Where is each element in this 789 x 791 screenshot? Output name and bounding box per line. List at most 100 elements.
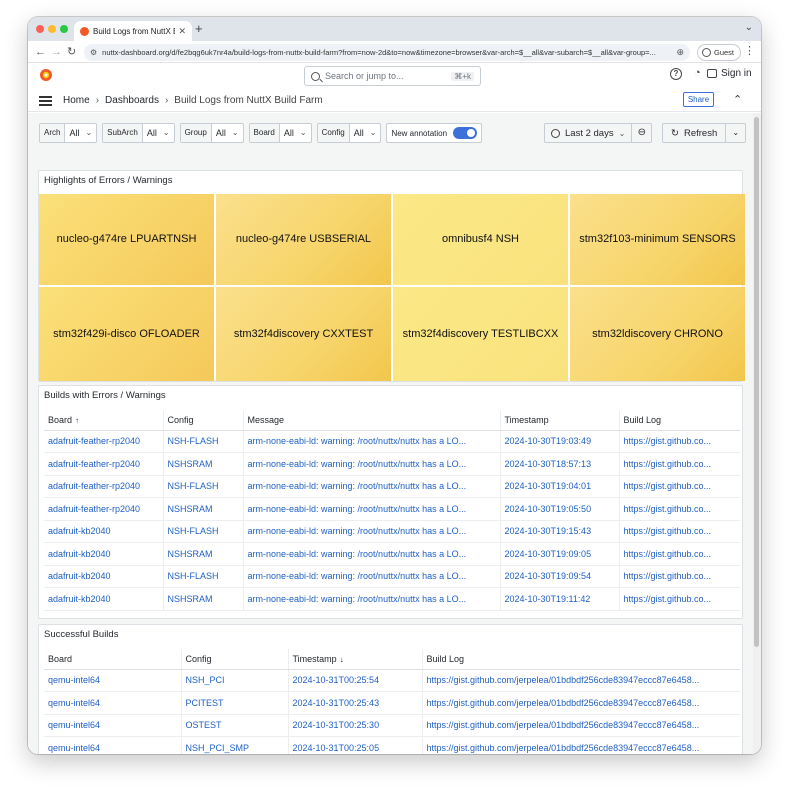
table-cell-link[interactable]: OSTEST <box>181 714 289 737</box>
table-cell-link[interactable]: https://gist.github.co... <box>619 587 740 611</box>
news-feed-icon[interactable]: ◔ <box>694 67 701 79</box>
forward-arrow-icon[interactable]: → <box>51 45 62 59</box>
table-cell-link[interactable]: NSHSRAM <box>163 452 244 476</box>
table-cell-link[interactable]: adafruit-feather-rp2040 <box>44 475 164 498</box>
vertical-scrollbar[interactable] <box>753 113 761 754</box>
table-cell-link[interactable]: arm-none-eabi-ld: warning: /root/nuttx/n… <box>243 497 501 521</box>
variable-arch[interactable]: Arch All ⌄ <box>39 123 98 143</box>
table-cell-link[interactable]: NSHSRAM <box>163 497 244 521</box>
column-header-build-log[interactable]: Build Log <box>619 410 740 431</box>
tab-search-chevron-icon[interactable]: ⌄ <box>745 22 753 33</box>
table-cell-link[interactable]: https://gist.github.com/jerpelea/01bdbdf… <box>422 736 740 754</box>
table-cell-link[interactable]: 2024-10-31T00:25:43 <box>288 691 423 715</box>
table-cell-link[interactable]: https://gist.github.com/jerpelea/01bdbdf… <box>422 691 740 715</box>
column-header-board[interactable]: Board <box>44 649 182 670</box>
reload-icon[interactable]: ↻ <box>67 45 76 59</box>
browser-tab[interactable]: Build Logs from NuttX Build F ✕ <box>74 21 192 41</box>
back-arrow-icon[interactable]: ← <box>35 45 46 59</box>
table-cell-link[interactable]: adafruit-kb2040 <box>44 520 164 543</box>
table-cell-link[interactable]: 2024-10-30T19:11:42 <box>500 587 620 611</box>
minimize-window-button[interactable] <box>48 25 56 33</box>
table-cell-link[interactable]: 2024-10-30T18:57:13 <box>500 452 620 476</box>
new-tab-icon[interactable]: + <box>195 22 203 36</box>
table-cell-link[interactable]: 2024-10-30T19:05:50 <box>500 497 620 521</box>
variable-board[interactable]: Board All ⌄ <box>248 123 312 143</box>
table-cell-link[interactable]: NSH-FLASH <box>163 475 244 498</box>
scrollbar-thumb[interactable] <box>754 117 759 647</box>
profile-button[interactable]: Guest <box>697 44 741 61</box>
table-cell-link[interactable]: adafruit-kb2040 <box>44 542 164 566</box>
table-cell-link[interactable]: qemu-intel64 <box>44 691 182 715</box>
panel-title[interactable]: Successful Builds <box>39 625 742 645</box>
highlight-cell[interactable]: stm32f4discovery TESTLIBCXX <box>393 287 568 381</box>
variable-value[interactable]: All ⌄ <box>65 124 96 142</box>
column-header-build-log[interactable]: Build Log <box>422 649 740 670</box>
table-cell-link[interactable]: arm-none-eabi-ld: warning: /root/nuttx/n… <box>243 520 501 543</box>
table-cell-link[interactable]: adafruit-feather-rp2040 <box>44 452 164 476</box>
variable-value[interactable]: All ⌄ <box>350 124 381 142</box>
new-annotation-toggle[interactable]: New annotation <box>386 123 483 143</box>
refresh-button[interactable]: ↻ Refresh <box>662 123 727 143</box>
table-cell-link[interactable]: 2024-10-31T00:25:54 <box>288 669 423 692</box>
panel-title[interactable]: Builds with Errors / Warnings <box>39 386 742 406</box>
table-cell-link[interactable]: NSHSRAM <box>163 587 244 611</box>
table-cell-link[interactable]: arm-none-eabi-ld: warning: /root/nuttx/n… <box>243 430 501 453</box>
highlight-cell[interactable]: nucleo-g474re LPUARTNSH <box>39 194 214 285</box>
table-cell-link[interactable]: adafruit-feather-rp2040 <box>44 430 164 453</box>
column-header-timestamp[interactable]: Timestamp <box>500 410 620 431</box>
column-header-message[interactable]: Message <box>243 410 501 431</box>
table-cell-link[interactable]: arm-none-eabi-ld: warning: /root/nuttx/n… <box>243 565 501 588</box>
table-cell-link[interactable]: 2024-10-30T19:15:43 <box>500 520 620 543</box>
table-cell-link[interactable]: https://gist.github.com/jerpelea/01bdbdf… <box>422 714 740 737</box>
table-cell-link[interactable]: qemu-intel64 <box>44 736 182 754</box>
table-cell-link[interactable]: NSH-FLASH <box>163 520 244 543</box>
table-cell-link[interactable]: 2024-10-31T00:25:05 <box>288 736 423 754</box>
breadcrumb-dashboards[interactable]: Dashboards <box>105 95 159 106</box>
site-info-icon[interactable]: ⚙ <box>90 48 97 57</box>
table-cell-link[interactable]: qemu-intel64 <box>44 669 182 692</box>
table-cell-link[interactable]: NSH-FLASH <box>163 565 244 588</box>
close-tab-icon[interactable]: ✕ <box>178 26 186 37</box>
variable-group[interactable]: Group All ⌄ <box>179 123 244 143</box>
search-input[interactable]: Search or jump to... ⌘+k <box>304 66 481 86</box>
table-cell-link[interactable]: https://gist.github.com/jerpelea/01bdbdf… <box>422 669 740 692</box>
table-cell-link[interactable]: arm-none-eabi-ld: warning: /root/nuttx/n… <box>243 452 501 476</box>
table-cell-link[interactable]: https://gist.github.co... <box>619 497 740 521</box>
table-cell-link[interactable]: adafruit-kb2040 <box>44 565 164 588</box>
table-cell-link[interactable]: 2024-10-30T19:04:01 <box>500 475 620 498</box>
column-header-timestamp[interactable]: Timestamp ↓ <box>288 649 423 670</box>
table-cell-link[interactable]: adafruit-kb2040 <box>44 587 164 611</box>
annotation-switch[interactable] <box>453 127 478 139</box>
zoom-icon[interactable]: ⊕ <box>676 47 684 58</box>
collapse-chevron-icon[interactable]: ⌃ <box>733 93 742 106</box>
variable-value[interactable]: All ⌄ <box>212 124 243 142</box>
variable-config[interactable]: Config All ⌄ <box>316 123 382 143</box>
table-cell-link[interactable]: arm-none-eabi-ld: warning: /root/nuttx/n… <box>243 475 501 498</box>
column-header-board[interactable]: Board ↑ <box>44 410 164 431</box>
table-cell-link[interactable]: 2024-10-30T19:09:05 <box>500 542 620 566</box>
table-cell-link[interactable]: NSH_PCI <box>181 669 289 692</box>
close-window-button[interactable] <box>36 25 44 33</box>
table-cell-link[interactable]: 2024-10-30T19:03:49 <box>500 430 620 453</box>
browser-menu-icon[interactable]: ⋮ <box>744 46 755 57</box>
sign-in-button[interactable]: Sign in <box>707 68 752 79</box>
table-cell-link[interactable]: NSHSRAM <box>163 542 244 566</box>
table-cell-link[interactable]: 2024-10-30T19:09:54 <box>500 565 620 588</box>
refresh-interval-chevron-icon[interactable]: ⌄ <box>726 123 747 143</box>
table-cell-link[interactable]: https://gist.github.co... <box>619 542 740 566</box>
column-header-config[interactable]: Config <box>181 649 289 670</box>
table-cell-link[interactable]: https://gist.github.co... <box>619 430 740 453</box>
table-cell-link[interactable]: https://gist.github.co... <box>619 475 740 498</box>
highlight-cell[interactable]: stm32ldiscovery CHRONO <box>570 287 745 381</box>
table-cell-link[interactable]: NSH-FLASH <box>163 430 244 453</box>
table-cell-link[interactable]: PCITEST <box>181 691 289 715</box>
highlight-cell[interactable]: stm32f429i-disco OFLOADER <box>39 287 214 381</box>
breadcrumb-home[interactable]: Home <box>63 95 90 106</box>
table-cell-link[interactable]: qemu-intel64 <box>44 714 182 737</box>
table-cell-link[interactable]: https://gist.github.co... <box>619 520 740 543</box>
highlight-cell[interactable]: nucleo-g474re USBSERIAL <box>216 194 391 285</box>
panel-title[interactable]: Highlights of Errors / Warnings <box>39 171 742 191</box>
column-header-config[interactable]: Config <box>163 410 244 431</box>
variable-value[interactable]: All ⌄ <box>143 124 174 142</box>
highlight-cell[interactable]: stm32f4discovery CXXTEST <box>216 287 391 381</box>
